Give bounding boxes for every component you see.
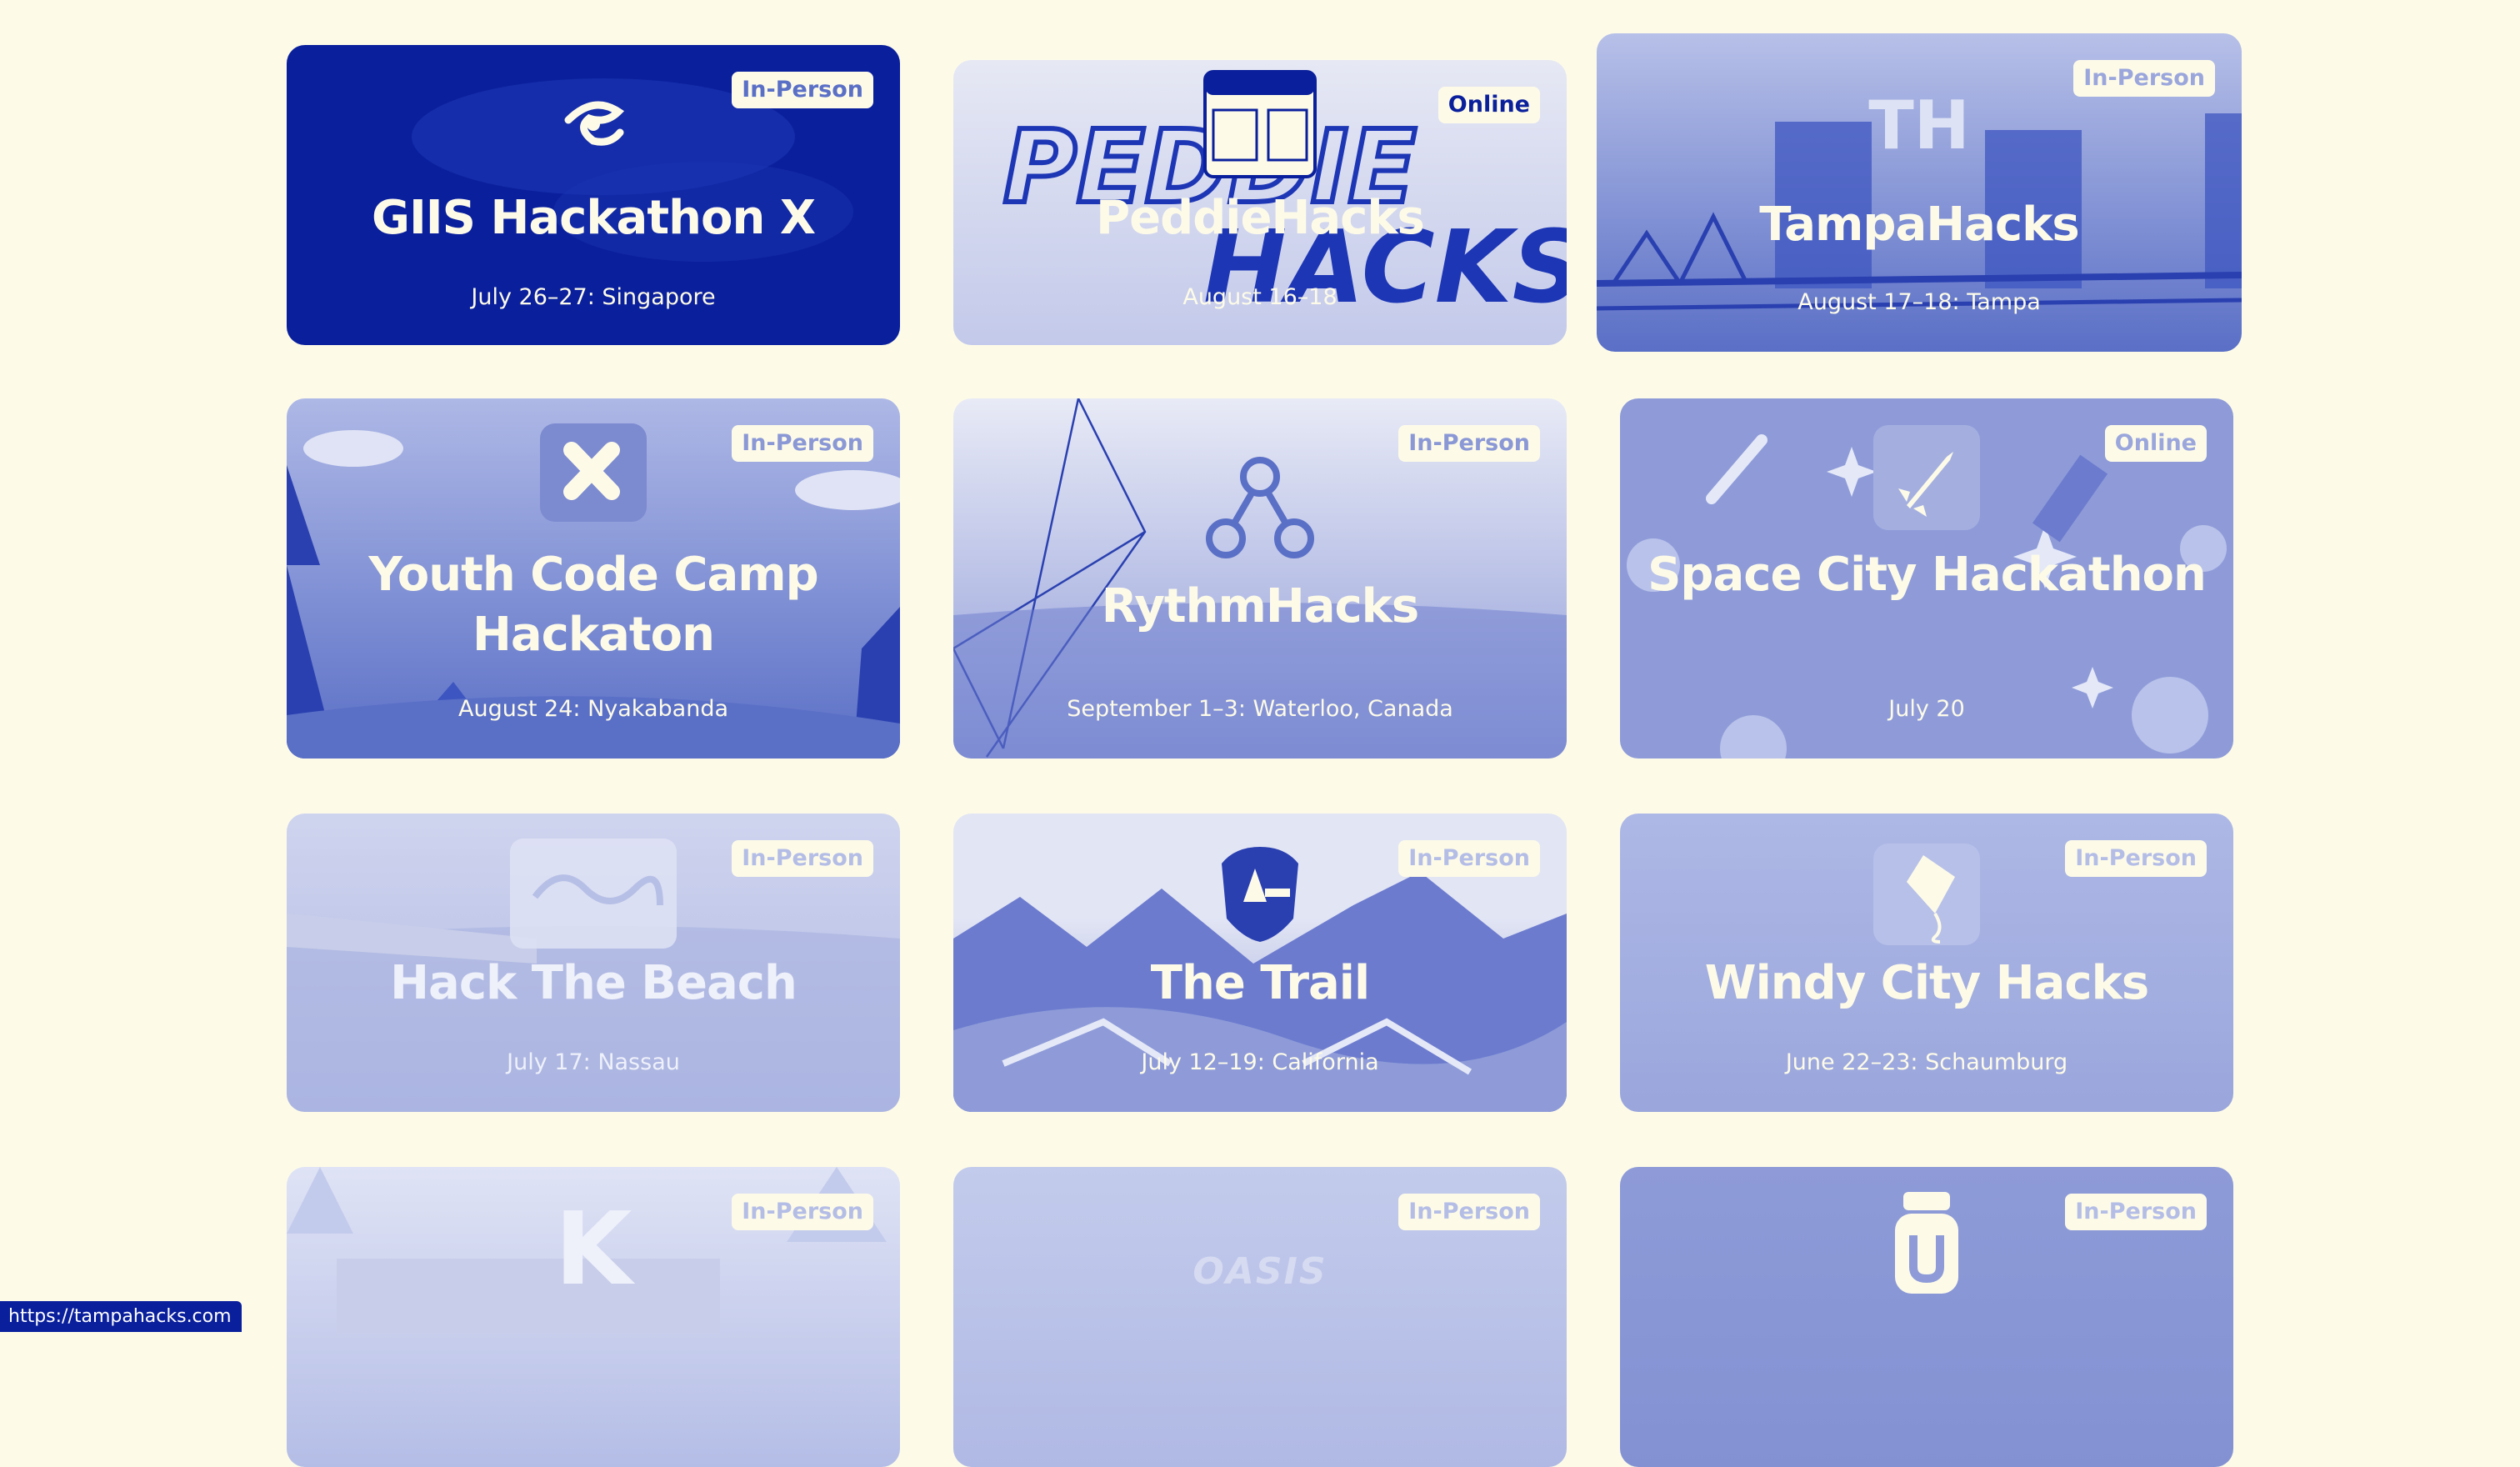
- tampahacks-logo: TH: [1868, 87, 1970, 164]
- event-title: Hack The Beach: [303, 954, 883, 1014]
- event-title: TampaHacks: [1613, 195, 2225, 255]
- jar-icon: [1892, 1189, 1962, 1297]
- event-card[interactable]: In-Person GIIS Hackathon X July 26–27: S…: [287, 45, 900, 345]
- event-date: July 12–19: California: [970, 1049, 1550, 1077]
- event-title: RythmHacks: [970, 577, 1550, 637]
- event-card[interactable]: In-Person OASIS: [953, 1167, 1567, 1467]
- event-card[interactable]: In-Person: [1620, 1167, 2233, 1467]
- park-shield-icon: [1218, 844, 1302, 944]
- hackathon-grid: In-Person GIIS Hackathon X July 26–27: S…: [0, 0, 2520, 1332]
- link-status-bar: https://tampahacks.com: [0, 1301, 242, 1332]
- event-type-badge: In-Person: [1398, 1194, 1540, 1230]
- kite-icon: [1873, 844, 1980, 945]
- event-card[interactable]: In-Person TH TampaHacks August 17–18: Ta…: [1597, 33, 2242, 352]
- event-title: Space City Hackathon: [1637, 545, 2217, 605]
- event-card[interactable]: In-Person Windy City Hacks June 22–23: S…: [1620, 814, 2233, 1112]
- k-logo: K: [555, 1192, 632, 1308]
- oasis-logo: OASIS: [1192, 1250, 1327, 1293]
- event-type-badge: In-Person: [1398, 425, 1540, 462]
- event-type-badge: In-Person: [2065, 1194, 2207, 1230]
- event-card[interactable]: In-Person The Trail July 12–19: Californ…: [953, 814, 1567, 1112]
- event-date: June 22–23: Schaumburg: [1637, 1049, 2217, 1077]
- event-title: PeddieHacks: [970, 188, 1550, 248]
- event-date: July 17: Nassau: [303, 1049, 883, 1077]
- event-title: The Trail: [970, 954, 1550, 1014]
- event-type-badge: In-Person: [2073, 60, 2215, 97]
- event-date: August 24: Nyakabanda: [303, 695, 883, 723]
- script-logo-icon: [510, 839, 677, 949]
- event-card[interactable]: In-Person K: [287, 1167, 900, 1467]
- rocket-icon: [1873, 425, 1980, 530]
- event-date: August 17–18: Tampa: [1613, 288, 2225, 317]
- event-type-badge: In-Person: [2065, 840, 2207, 877]
- event-card[interactable]: In-Person Hack The Beach July 17: Nassau: [287, 814, 900, 1112]
- event-date: July 20: [1637, 695, 2217, 723]
- boarding-pass-icon: [1203, 70, 1317, 178]
- event-type-badge: In-Person: [732, 1194, 873, 1230]
- event-card[interactable]: PEDDIE HACKS Online PeddieHacks August 1…: [953, 60, 1567, 345]
- event-type-badge: In-Person: [1398, 840, 1540, 877]
- event-type-badge: Online: [2105, 425, 2207, 462]
- event-card[interactable]: Online Space City Hackathon July 20: [1620, 398, 2233, 759]
- event-card[interactable]: In-Person RythmHacks September 1–3: Wate…: [953, 398, 1567, 759]
- event-date: August 16–18: [970, 283, 1550, 312]
- giis-logo-icon: [560, 95, 627, 153]
- event-title: GIIS Hackathon X: [303, 188, 883, 248]
- event-title: Windy City Hacks: [1637, 954, 2217, 1014]
- event-type-badge: In-Person: [732, 72, 873, 108]
- xplus-logo-icon: [540, 423, 647, 522]
- network-node-icon: [1206, 457, 1314, 560]
- event-card[interactable]: In-Person Youth Code Camp Hackaton Augus…: [287, 398, 900, 759]
- event-type-badge: In-Person: [732, 840, 873, 877]
- event-date: July 26–27: Singapore: [303, 283, 883, 312]
- event-date: September 1–3: Waterloo, Canada: [970, 695, 1550, 723]
- event-title: Youth Code Camp Hackaton: [303, 545, 883, 665]
- event-type-badge: Online: [1438, 87, 1540, 123]
- event-type-badge: In-Person: [732, 425, 873, 462]
